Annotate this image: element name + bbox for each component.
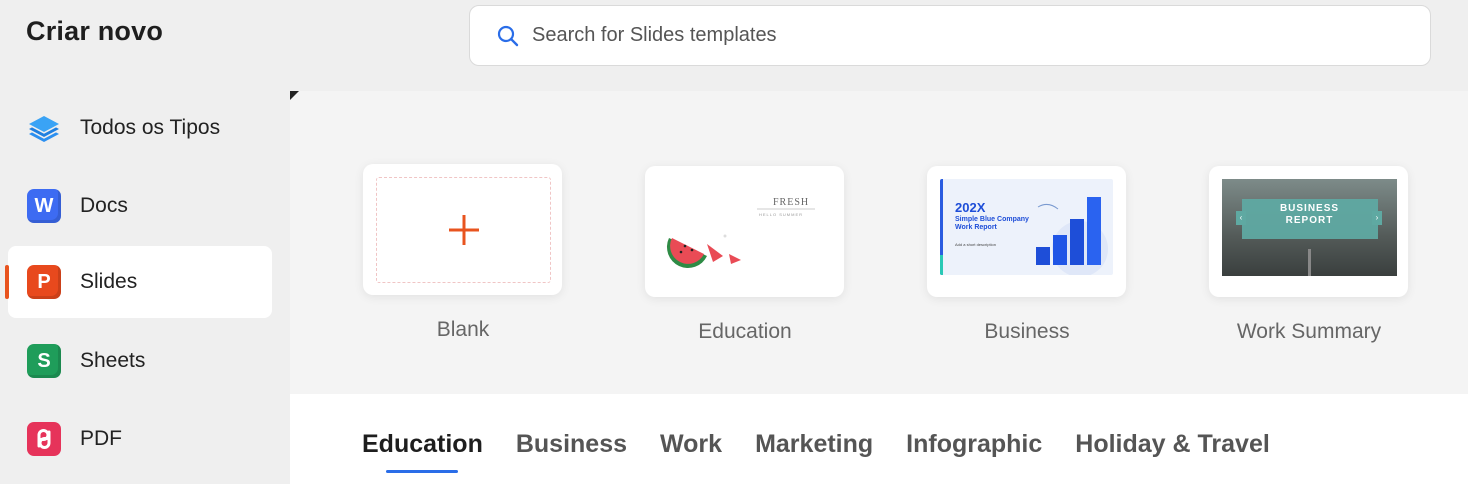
business-thumbnail: 202X Simple Blue Company Work Report Add… bbox=[940, 179, 1113, 275]
tab-marketing[interactable]: Marketing bbox=[755, 430, 873, 459]
slides-badge-letter: P bbox=[27, 265, 61, 299]
active-indicator bbox=[5, 265, 9, 299]
education-thumb-title: FRESH bbox=[773, 197, 810, 208]
sheets-app-icon: S bbox=[26, 343, 62, 379]
work-summary-thumb-title: BUSINESS bbox=[1279, 203, 1340, 214]
template-label-work-summary: Work Summary bbox=[1236, 320, 1382, 343]
chevron-left-icon: ‹ bbox=[1236, 211, 1246, 225]
tab-infographic[interactable]: Infographic bbox=[906, 430, 1042, 459]
sidebar: Criar novo Todos os Tipos W Docs P Slide… bbox=[0, 0, 290, 484]
work-summary-thumbnail: BUSINESS REPORT ‹ › bbox=[1222, 179, 1397, 276]
sidebar-item-label: Slides bbox=[80, 270, 138, 293]
sidebar-item-todos-os-tipos[interactable]: Todos os Tipos bbox=[8, 92, 272, 164]
work-summary-thumb-subtitle: REPORT bbox=[1285, 215, 1334, 226]
template-card-work-summary[interactable]: BUSINESS REPORT ‹ › bbox=[1209, 166, 1408, 297]
slides-app-icon: P bbox=[26, 264, 62, 300]
sidebar-item-label: PDF bbox=[80, 427, 122, 450]
search-icon bbox=[497, 25, 519, 46]
template-label-business: Business bbox=[984, 320, 1070, 343]
template-card-business[interactable]: 202X Simple Blue Company Work Report Add… bbox=[927, 166, 1126, 297]
tab-work[interactable]: Work bbox=[660, 430, 722, 459]
tab-holiday-travel[interactable]: Holiday & Travel bbox=[1075, 430, 1270, 459]
sidebar-item-label: Todos os Tipos bbox=[80, 116, 221, 139]
tab-education[interactable]: Education bbox=[362, 430, 483, 459]
template-label-education: Education bbox=[698, 320, 792, 343]
template-label-blank: Blank bbox=[436, 318, 490, 341]
search-input[interactable]: Search for Slides templates bbox=[469, 5, 1431, 66]
chevron-right-icon: › bbox=[1372, 211, 1382, 225]
docs-badge-letter: W bbox=[27, 189, 61, 223]
sidebar-item-pdf[interactable]: PDF bbox=[8, 403, 272, 475]
plus-icon bbox=[448, 215, 479, 245]
sidebar-item-label: Sheets bbox=[80, 349, 146, 372]
sidebar-item-label: Docs bbox=[80, 194, 128, 217]
sidebar-item-docs[interactable]: W Docs bbox=[8, 170, 272, 242]
template-card-education[interactable]: FRESH HELLO SUMMER bbox=[645, 166, 844, 297]
search-placeholder: Search for Slides templates bbox=[532, 24, 777, 46]
bar-graphic bbox=[1036, 197, 1108, 275]
education-thumb-subtitle: HELLO SUMMER bbox=[759, 212, 804, 217]
category-tabs: Education Business Work Marketing Infogr… bbox=[362, 430, 1303, 459]
active-tab-underline bbox=[386, 470, 458, 473]
blank-thumbnail bbox=[376, 177, 551, 283]
sidebar-item-sheets[interactable]: S Sheets bbox=[8, 325, 272, 397]
layers-icon bbox=[26, 110, 62, 146]
tab-business[interactable]: Business bbox=[516, 430, 627, 459]
page-title: Criar novo bbox=[26, 16, 164, 46]
template-card-blank[interactable] bbox=[363, 164, 562, 295]
sheets-badge-letter: S bbox=[27, 344, 61, 378]
education-thumbnail bbox=[666, 208, 815, 269]
corner-marker bbox=[290, 91, 299, 100]
pdf-app-icon bbox=[26, 421, 62, 457]
docs-app-icon: W bbox=[26, 188, 62, 224]
sidebar-item-slides[interactable]: P Slides bbox=[5, 246, 272, 318]
